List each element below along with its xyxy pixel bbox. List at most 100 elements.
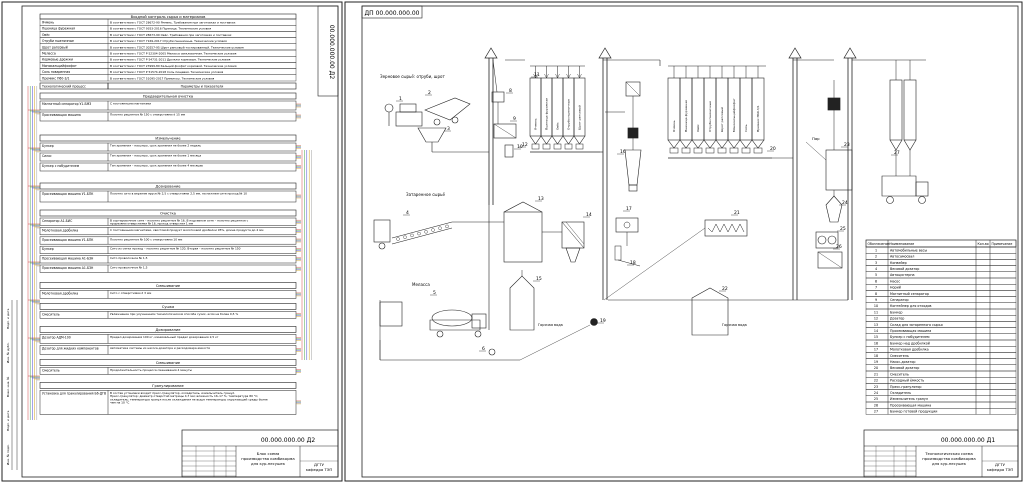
- row-name: Бункер: [890, 310, 902, 314]
- section-title: Смешивание: [156, 361, 181, 365]
- left-margin-stamps: Инв. № подл. Подп. и дата Взам. инв. № Инв.…: [6, 300, 18, 470]
- row-name: Просеивающая машина У1-БПК: [42, 238, 94, 242]
- row-text: В соответствии с ГОСТ Р 54731-2011 Дрожж…: [110, 58, 231, 62]
- bin-label: Монокальцийфосфат: [732, 98, 736, 132]
- row-name: Магнитный сепаратор У1-БМЗ: [42, 102, 91, 106]
- hopper: [624, 149, 642, 186]
- granulation-line: Пар: [805, 80, 853, 269]
- row-box: [865, 327, 1017, 335]
- pump-19: [590, 318, 598, 326]
- row-name: Молотковая дробилка: [890, 348, 929, 352]
- bin-label: Премикс П60-3/1: [756, 105, 760, 132]
- row-box: [865, 308, 1017, 316]
- molasses-tank: [379, 301, 403, 327]
- dozator: [531, 143, 540, 150]
- truck-intake: [384, 97, 489, 153]
- row-name: Измельчитель гранул: [890, 397, 928, 401]
- bin-label: Шрот рапсовый: [720, 107, 724, 132]
- tanker-cab: [471, 313, 487, 329]
- table-row: 5 Автоцистерна: [865, 271, 1017, 279]
- row-name: Овёс: [42, 33, 50, 37]
- table-row: 16 Бункер над дробилкой: [865, 339, 1017, 347]
- table-row: 25 Измельчитель гранул: [865, 395, 1017, 403]
- margin-label: Взам. инв. №: [6, 377, 10, 397]
- table-row: 3 Конвейер: [865, 259, 1017, 266]
- row-position: 20: [874, 366, 878, 370]
- pump-6: [488, 348, 496, 356]
- table-row: 22 Расходный ёмкость: [865, 377, 1017, 384]
- row-text: Увлажнение при улучшенном технологическо…: [110, 312, 238, 316]
- dump-truck: [424, 97, 471, 121]
- equipment-table: Обозначение Наименование Кол-во Примечание1…: [865, 239, 1017, 415]
- row-text: чем на 10 °С: [110, 401, 129, 405]
- row-position: 22: [874, 379, 878, 383]
- row-position: 8: [875, 292, 877, 296]
- line: [603, 227, 706, 301]
- row-name: Просеивающая машина: [890, 329, 931, 333]
- row-position: 7: [875, 286, 877, 290]
- row-name: Весовой дозатор: [890, 366, 919, 370]
- section-gran: Гранулирование Установка для гранулирован…: [39, 382, 301, 415]
- noria-4: [843, 47, 857, 300]
- row-box: [865, 408, 1017, 415]
- table-row: 18 Смеситель: [865, 352, 1017, 359]
- row-text: Тип хранения – насыпью, срок хранения не…: [109, 154, 201, 158]
- crusher-line: [605, 81, 642, 192]
- table-row: 15 Бункер с побудителем: [865, 333, 1017, 341]
- row-position: 11: [874, 310, 878, 314]
- hot-water-label-2: Горячая вода: [722, 323, 747, 327]
- crusher-bin: [627, 127, 639, 139]
- dozator: [717, 147, 727, 154]
- section-title: Очистка: [160, 212, 176, 216]
- row-box: [865, 252, 1017, 260]
- steam-label: Пар: [812, 136, 820, 141]
- row-box: [865, 383, 1017, 390]
- row-name: Весовой дозатор: [890, 267, 919, 271]
- left-top-stamp: 00.000.000.00 Д2: [317, 5, 339, 97]
- row-box: [865, 265, 1017, 273]
- row-text: прорезями отверстиями № 16, проход отвер…: [110, 222, 193, 226]
- row-name: Отруби пшеничные: [42, 39, 74, 43]
- noria-1: [484, 47, 498, 205]
- row-name: Автоцистерна: [890, 273, 915, 277]
- row-name: Кормовые дрожжи: [42, 58, 73, 62]
- right-title-block: 00.000.000.00 Д1 Технологическая схема п…: [863, 429, 1019, 478]
- left-title-line-3: для кур-несушек: [251, 461, 286, 466]
- table-row: 21 Смеситель: [865, 370, 1017, 378]
- row-position: 15: [874, 335, 878, 339]
- row-box: [865, 377, 1017, 384]
- row-box: [865, 333, 1017, 341]
- section-title: Параметры и показатели: [181, 85, 224, 89]
- row-name: Магнитный сепаратор: [890, 292, 929, 296]
- row-box: [865, 339, 1017, 347]
- row-box: [865, 389, 1017, 397]
- row-name: Мелассa: [42, 52, 56, 56]
- row-text: Сито с отверстиями d 3 мм: [110, 291, 151, 295]
- row-text: Автоматика системы из насоса-дозатора и …: [110, 346, 210, 350]
- row-box: [865, 401, 1017, 409]
- bin-top: [827, 97, 841, 111]
- dozator: [741, 147, 751, 154]
- row-text: Полотно решетное № 100 с отверстиями 10 …: [110, 237, 182, 241]
- row-position: 10: [874, 304, 878, 308]
- section-title: Измельчение: [155, 137, 181, 141]
- silo-27a: [889, 79, 903, 141]
- noria-head: [788, 47, 802, 59]
- process-equipment: 1238910Ячмень Пшеница фуражная Овёс Отруби …: [373, 47, 929, 361]
- diagram-labels: Зерновое сырьё: отруби, шрот Затаренное с…: [380, 74, 445, 197]
- left-title-code: 00.000.000.00 Д2: [261, 437, 315, 444]
- row-box: [865, 370, 1017, 378]
- row-position: 19: [874, 360, 878, 364]
- row-box: [865, 315, 1017, 322]
- table-row: 14 Просеивающая машина: [865, 327, 1017, 335]
- mixer-17: [615, 217, 639, 233]
- section-title: Технологический процесс: [41, 85, 86, 89]
- table-row: 6 Насос: [865, 277, 1017, 285]
- row-name: Склад для затаренного сырья: [890, 323, 943, 327]
- molasses-label: Меласса: [412, 282, 430, 287]
- dozator: [564, 143, 573, 150]
- left-sheet: Инв. № подл. Подп. и дата Взам. инв. № Инв.…: [1, 1, 343, 482]
- row-text: С постоянными магнитами: [110, 102, 151, 106]
- dozator: [753, 147, 763, 154]
- row-text: В соответствии с ГОСТ Р 52304-2005 Мелас…: [110, 52, 237, 56]
